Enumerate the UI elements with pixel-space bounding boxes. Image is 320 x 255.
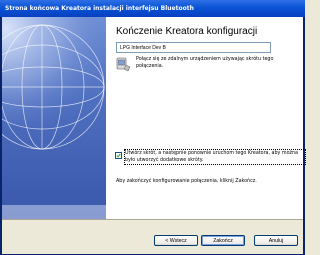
connection-name-field[interactable]: LPG Interface Dev B (116, 42, 271, 53)
wizard-window: Strona końcowa Kreatora instalacji inter… (0, 0, 306, 255)
checkmark-icon (116, 153, 121, 158)
title-bar[interactable]: Strona końcowa Kreatora instalacji inter… (0, 0, 305, 17)
create-shortcut-label[interactable]: Utwórz skrót, a następnie ponownie uruch… (124, 148, 306, 166)
cancel-button[interactable]: Anuluj (254, 235, 298, 246)
finish-instruction: Aby zakończyć konfigurowanie połączenia,… (116, 179, 257, 184)
wizard-button-bar: < Wstecz Zakończ Anuluj (2, 219, 303, 254)
bluetooth-device-icon (116, 56, 131, 73)
create-shortcut-checkbox[interactable] (115, 152, 122, 159)
wizard-client-area: Kończenie Kreatora konfiguracji LPG Inte… (2, 17, 306, 254)
finish-button[interactable]: Zakończ (201, 235, 245, 246)
back-button[interactable]: < Wstecz (154, 235, 198, 246)
wizard-side-banner (2, 17, 106, 219)
wizard-content: Kończenie Kreatora konfiguracji LPG Inte… (106, 17, 306, 219)
globe-graphic (2, 17, 106, 219)
page-heading: Kończenie Kreatora konfiguracji (116, 26, 258, 37)
window-title: Strona końcowa Kreatora instalacji inter… (5, 5, 194, 12)
device-description: Połącz się ze zdalnym urządzeniem używaj… (136, 57, 274, 69)
